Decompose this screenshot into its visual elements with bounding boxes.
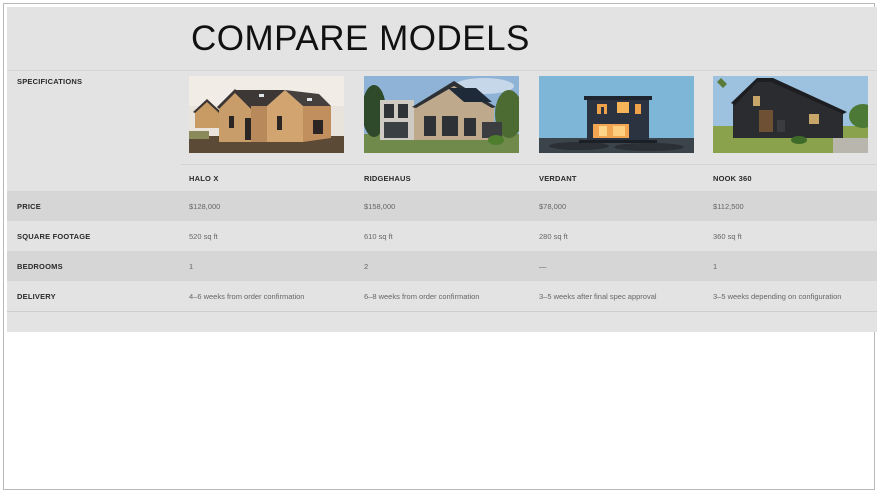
table-cell: $128,000: [189, 202, 221, 211]
model-image-halo-x[interactable]: [189, 76, 344, 153]
model-image-nook-360[interactable]: [713, 76, 868, 153]
page-title: COMPARE MODELS: [191, 19, 530, 58]
table-cell: $78,000: [539, 202, 567, 211]
verdant-image: [539, 76, 694, 153]
halo-x-image: [189, 76, 344, 153]
table-cell: 4–6 weeks from order confirmation: [189, 292, 305, 301]
table-cell: 1: [189, 262, 194, 271]
model-name-halo-x[interactable]: HALO X: [189, 174, 219, 183]
divider: [181, 164, 877, 165]
table-cell: 610 sq ft: [364, 232, 393, 241]
table-cell: —: [539, 262, 547, 271]
table-cell: $158,000: [364, 202, 396, 211]
table-cell: 3–5 weeks after final spec approval: [539, 292, 657, 301]
table-cell: 1: [713, 262, 718, 271]
table-cell: $112,500: [713, 202, 744, 211]
table-cell: 280 sq ft: [539, 232, 568, 241]
table-cell: 2: [364, 262, 369, 271]
model-name-verdant[interactable]: VERDANT: [539, 174, 577, 183]
specifications-label: SPECIFICATIONS: [17, 77, 83, 86]
divider: [7, 311, 877, 312]
table-row-delivery: DELIVERY 4–6 weeks from order confirmati…: [7, 281, 877, 311]
table-cell: 520 sq ft: [189, 232, 218, 241]
table-cell: 3–5 weeks depending on configuration: [713, 292, 842, 301]
table-cell: 6–8 weeks from order confirmation: [364, 292, 480, 301]
row-label: BEDROOMS: [17, 262, 63, 271]
row-label: SQUARE FOOTAGE: [17, 232, 91, 241]
table-row-square-footage: SQUARE FOOTAGE 520 sq ft 610 sq ft 280 s…: [7, 221, 877, 251]
model-image-verdant[interactable]: [539, 76, 694, 153]
table-row-bedrooms: BEDROOMS 1 2 — 1: [7, 251, 877, 281]
row-label: PRICE: [17, 202, 41, 211]
model-name-ridgehaus[interactable]: RIDGEHAUS: [364, 174, 411, 183]
ridgehaus-image: [364, 76, 519, 153]
compare-panel: COMPARE MODELS SPECIFICATIONS HALO X RID…: [7, 7, 877, 332]
model-name-nook-360[interactable]: NOOK 360: [713, 174, 752, 183]
divider: [7, 70, 877, 71]
row-label: DELIVERY: [17, 292, 56, 301]
table-row-price: PRICE $128,000 $158,000 $78,000 $112,500: [7, 191, 877, 221]
model-image-ridgehaus[interactable]: [364, 76, 519, 153]
table-cell: 360 sq ft: [713, 232, 742, 241]
nook-360-image: [713, 76, 868, 153]
